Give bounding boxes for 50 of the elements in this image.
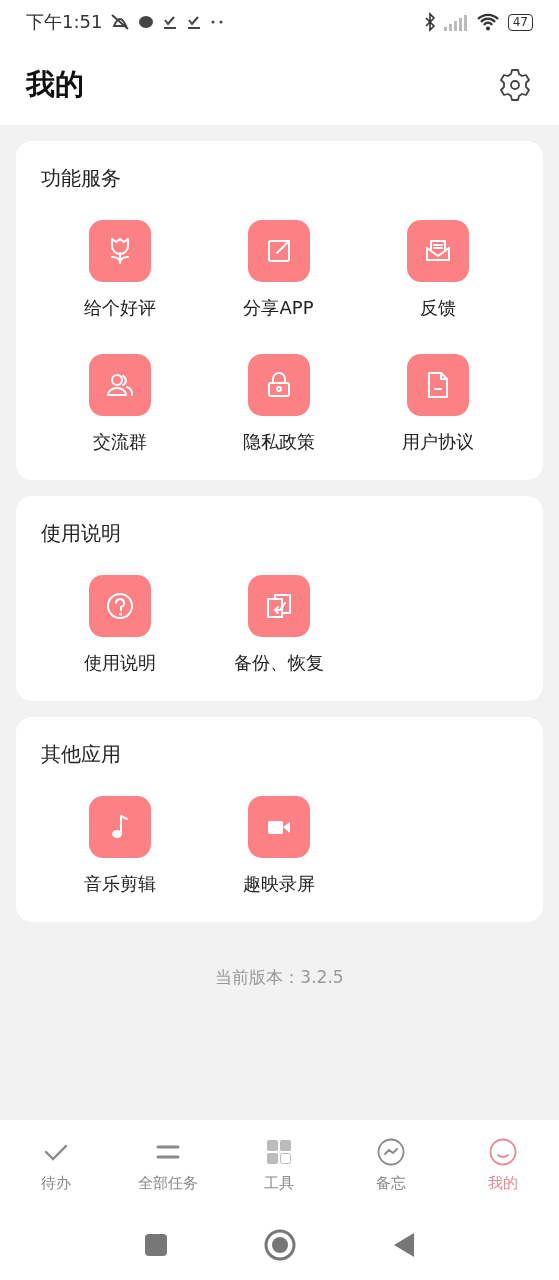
download-done-icon [162,14,179,30]
menu-tile[interactable] [88,354,151,416]
menu-label[interactable]: 给个好评 [83,296,156,320]
menu-label[interactable]: 趣映录屏 [242,872,315,896]
nav-tab[interactable]: 待办 [0,1120,112,1210]
menu-tile[interactable] [88,220,151,282]
menu-tile[interactable] [88,575,151,637]
nav-tab[interactable]: 备忘 [335,1120,448,1210]
menu-label[interactable]: 反馈 [419,296,456,320]
more-dots-icon [210,19,225,25]
settings-icon[interactable] [497,66,533,103]
chart-circle-icon [377,1137,406,1166]
version-text: 当前版本：3.2.5 [215,966,344,989]
menu-label[interactable]: 使用说明 [83,651,156,675]
menu-tile[interactable] [247,354,310,416]
menu-label[interactable]: 用户协议 [401,430,474,454]
menu-tile[interactable] [247,575,310,637]
wifi-icon [475,13,500,31]
menu-label[interactable]: 分享APP [243,296,314,320]
section-title: 其他应用 [40,741,122,768]
menu-label[interactable]: 交流群 [92,430,147,454]
menu-label[interactable]: 音乐剪辑 [83,872,156,896]
nav-tab[interactable]: 全部任务 [111,1120,224,1210]
menu-tile[interactable] [88,796,151,858]
tab-label: 待办 [40,1173,71,1193]
smile-icon [489,1137,518,1166]
menu-label[interactable]: 隐私政策 [242,430,315,454]
section-title: 使用说明 [40,520,122,547]
menu-label[interactable]: 备份、恢复 [233,651,324,675]
download-done-icon [186,14,203,30]
battery-indicator: 47 [507,13,533,31]
menu-tile[interactable] [247,220,310,282]
page-title: 我的 [26,65,84,103]
nav-tab[interactable]: 工具 [223,1120,336,1210]
tab-label: 备忘 [376,1173,407,1193]
tab-label: 全部任务 [137,1173,198,1193]
section-title: 功能服务 [40,165,122,192]
home-icon[interactable] [263,1229,296,1261]
chat-bubble-icon [138,15,155,29]
muted-bell-icon [110,12,131,32]
menu-tile[interactable] [406,220,469,282]
tab-label: 工具 [264,1173,295,1193]
grid-icon [265,1137,294,1166]
status-time: 下午1:51 [26,10,103,34]
recents-icon[interactable] [143,1233,168,1257]
menu-tile[interactable] [247,796,310,858]
bluetooth-icon [423,12,436,32]
menu-tile[interactable] [406,354,469,416]
tab-label: 我的 [488,1173,519,1193]
signal-icon [443,13,468,31]
